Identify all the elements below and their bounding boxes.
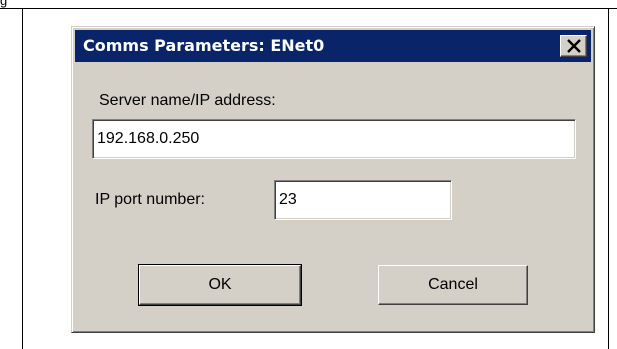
figure-frame-right-rule <box>608 9 609 349</box>
figure-frame-left-rule <box>22 9 23 349</box>
cropped-caption-text: g <box>0 0 8 8</box>
close-icon <box>567 39 581 53</box>
dialog-title: Comms Parameters: ENet0 <box>83 36 325 55</box>
ip-port-input[interactable] <box>274 180 452 220</box>
close-button[interactable] <box>560 35 587 57</box>
cancel-button[interactable]: Cancel <box>378 265 528 305</box>
server-name-label: Server name/IP address: <box>99 92 276 109</box>
comms-parameters-dialog: Comms Parameters: ENet0 Server name/IP a… <box>71 26 595 333</box>
ok-button[interactable]: OK <box>138 264 302 306</box>
server-address-input[interactable] <box>92 119 576 159</box>
dialog-title-bar[interactable]: Comms Parameters: ENet0 <box>75 30 591 62</box>
ip-port-label: IP port number: <box>95 191 205 208</box>
figure-frame-top: g <box>0 0 617 9</box>
document-page: g Comms Parameters: ENet0 Server name/IP… <box>0 0 617 349</box>
